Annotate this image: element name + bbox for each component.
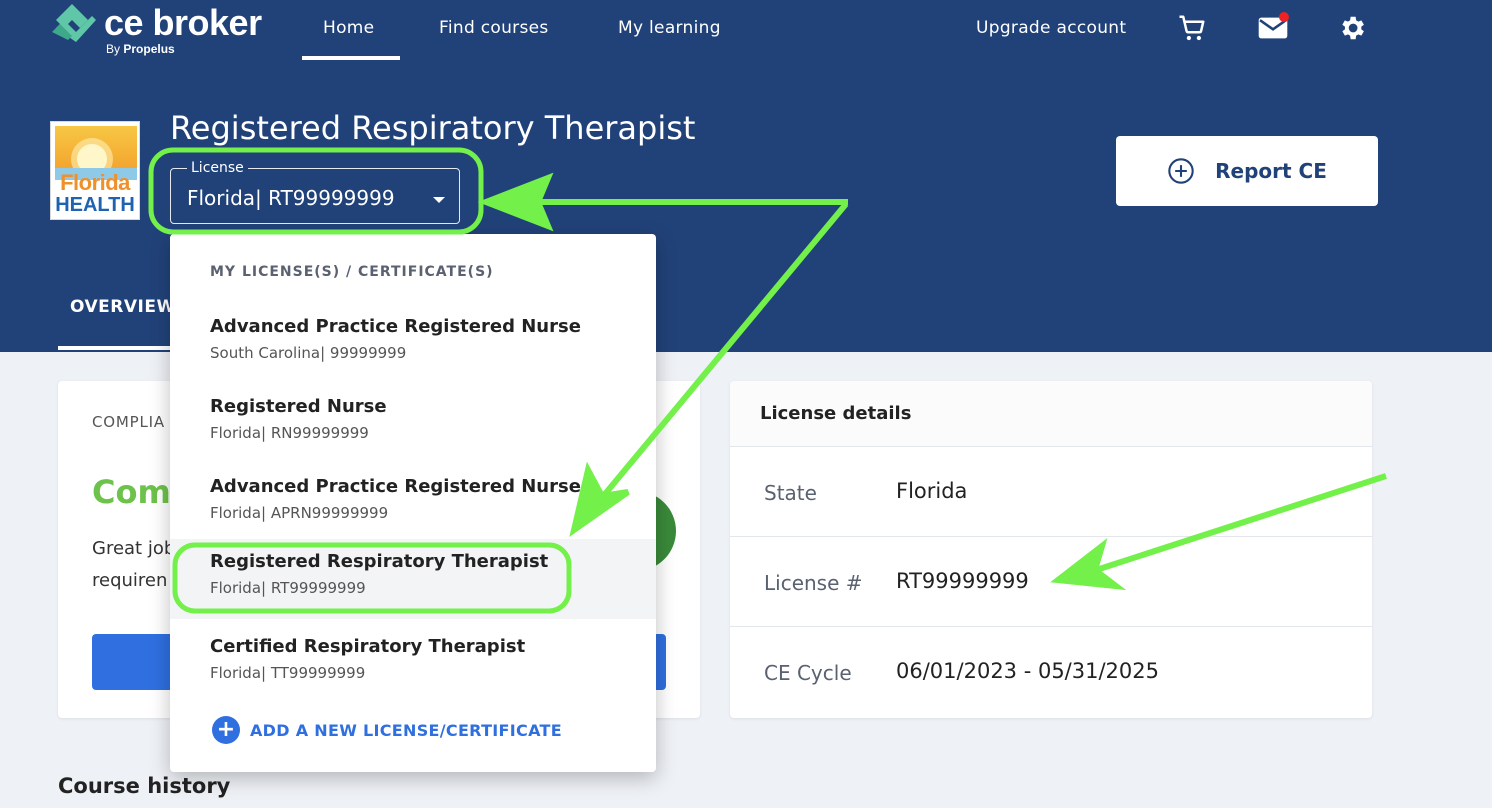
logo-health-text: HEALTH — [55, 194, 135, 216]
nav-active-indicator — [302, 56, 400, 60]
dropdown-item-title: Registered Nurse — [210, 396, 387, 417]
dropdown-item[interactable]: Certified Respiratory Therapist Florida|… — [170, 624, 656, 704]
tab-overview[interactable]: OVERVIEW — [70, 297, 176, 317]
detail-value: RT99999999 — [896, 569, 1029, 593]
dropdown-item-title: Advanced Practice Registered Nurse — [210, 476, 581, 497]
caret-down-icon — [433, 197, 445, 203]
add-circle-icon — [1168, 158, 1194, 184]
dropdown-item-selected[interactable]: Registered Respiratory Therapist Florida… — [170, 539, 656, 619]
license-dropdown-menu: MY LICENSE(S) / CERTIFICATE(S) Advanced … — [170, 234, 656, 772]
mail-button[interactable] — [1255, 10, 1291, 46]
add-license-button[interactable]: + ADD A NEW LICENSE/CERTIFICATE — [212, 716, 562, 744]
detail-key: State — [764, 481, 817, 505]
license-select-label: License — [187, 159, 248, 177]
dropdown-item-title: Advanced Practice Registered Nurse — [210, 316, 581, 337]
cart-button[interactable] — [1174, 10, 1210, 46]
license-details-title: License details — [760, 403, 912, 424]
license-details-card: License details State Florida License # … — [730, 381, 1372, 718]
report-ce-button[interactable]: Report CE — [1116, 136, 1378, 206]
compliance-label: COMPLIA — [92, 413, 165, 431]
logo-mark-icon — [52, 4, 96, 42]
course-history-heading: Course history — [58, 774, 231, 798]
detail-row-license-number: License # RT99999999 — [730, 537, 1372, 627]
brand-name: ce broker — [104, 2, 262, 43]
dropdown-item-title: Registered Respiratory Therapist — [210, 551, 549, 572]
logo-florida-text: Florida — [60, 170, 130, 195]
brand-byline: By Propelus — [106, 42, 175, 56]
detail-key: CE Cycle — [764, 661, 852, 685]
detail-row-state: State Florida — [730, 447, 1372, 537]
notification-dot — [1279, 12, 1289, 22]
license-select-value: Florida| RT99999999 — [187, 186, 395, 210]
dropdown-item[interactable]: Advanced Practice Registered Nurse Flori… — [170, 464, 656, 544]
detail-value: 06/01/2023 - 05/31/2025 — [896, 659, 1160, 683]
license-select[interactable]: License Florida| RT99999999 — [170, 159, 460, 224]
brand-company: Propelus — [123, 42, 175, 56]
dropdown-item-subtitle: Florida| TT99999999 — [210, 664, 366, 682]
florida-health-logo: Florida HEALTH — [50, 121, 140, 220]
dropdown-header: MY LICENSE(S) / CERTIFICATE(S) — [210, 264, 494, 280]
dropdown-item[interactable]: Advanced Practice Registered Nurse South… — [170, 304, 656, 384]
tab-active-indicator — [58, 346, 188, 350]
detail-row-ce-cycle: CE Cycle 06/01/2023 - 05/31/2025 — [730, 627, 1372, 717]
settings-button[interactable] — [1334, 10, 1370, 46]
dropdown-item[interactable]: Registered Nurse Florida| RN99999999 — [170, 384, 656, 464]
brand-by: By — [106, 42, 121, 56]
dropdown-item-subtitle: Florida| RT99999999 — [210, 579, 366, 597]
ce-broker-logo[interactable]: ce broker By Propelus — [48, 2, 278, 62]
license-details-header: License details — [730, 381, 1372, 447]
nav-home[interactable]: Home — [323, 16, 374, 40]
dropdown-item-subtitle: South Carolina| 99999999 — [210, 344, 407, 362]
nav-my-learning[interactable]: My learning — [618, 16, 721, 40]
report-ce-label: Report CE — [1215, 159, 1327, 183]
plus-circle-icon: + — [212, 716, 240, 744]
dropdown-item-subtitle: Florida| RN99999999 — [210, 424, 369, 442]
detail-key: License # — [764, 571, 863, 595]
nav-find-courses[interactable]: Find courses — [439, 16, 549, 40]
dropdown-item-subtitle: Florida| APRN99999999 — [210, 504, 389, 522]
add-license-label: ADD A NEW LICENSE/CERTIFICATE — [250, 720, 562, 740]
gear-icon — [1342, 16, 1364, 40]
page-title: Registered Respiratory Therapist — [170, 109, 696, 147]
dropdown-item-title: Certified Respiratory Therapist — [210, 636, 526, 657]
nav-upgrade-account[interactable]: Upgrade account — [976, 16, 1126, 40]
detail-value: Florida — [896, 479, 968, 503]
cart-icon — [1179, 15, 1205, 41]
